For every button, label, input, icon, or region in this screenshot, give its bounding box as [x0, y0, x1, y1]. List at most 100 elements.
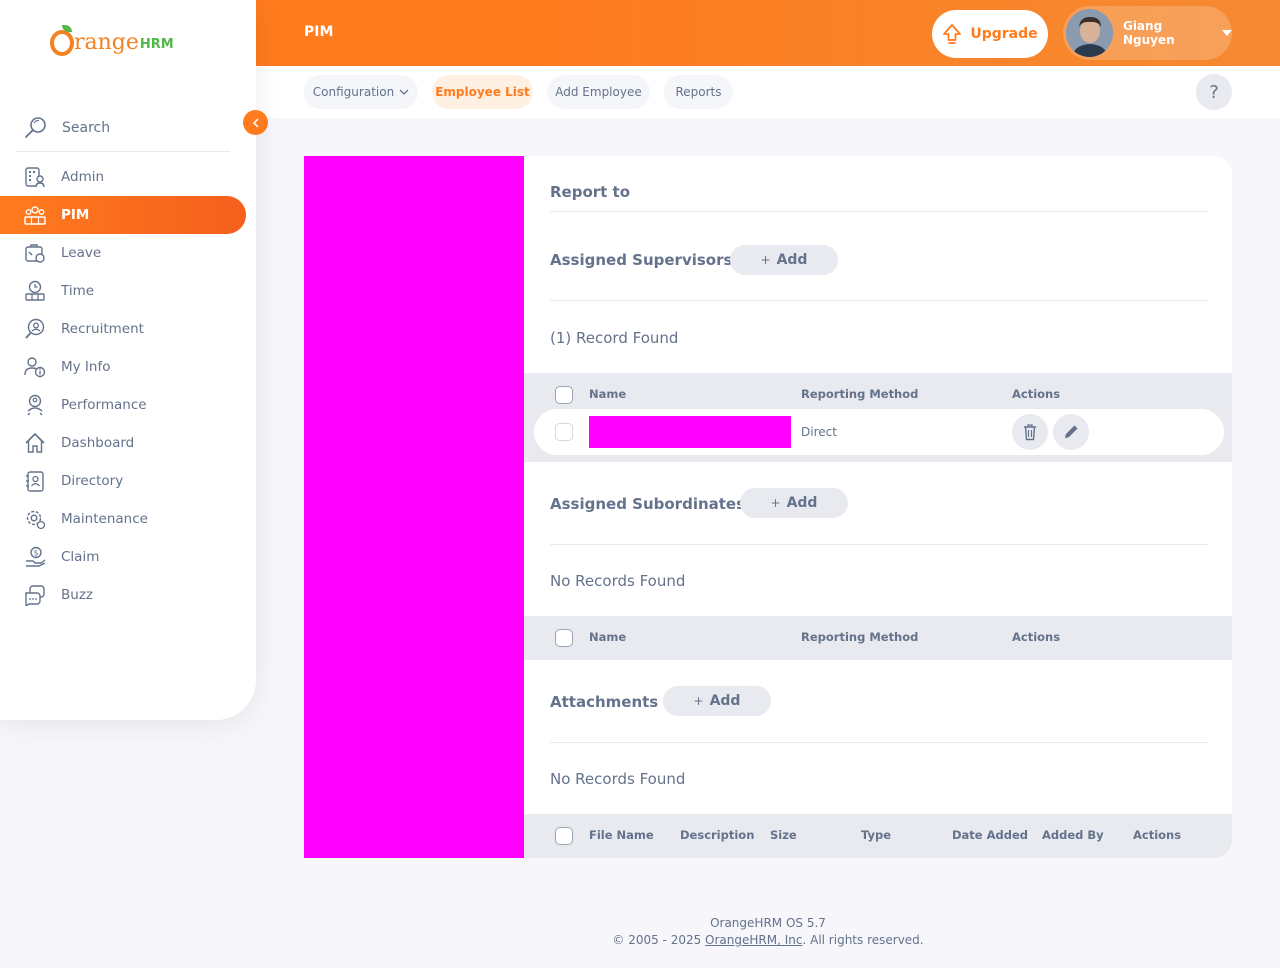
footer-version: OrangeHRM OS 5.7	[710, 916, 826, 930]
sidebar-item-directory[interactable]: Directory	[0, 462, 246, 500]
tab-employee-list-label: Employee List	[435, 85, 530, 99]
tab-employee-list[interactable]: Employee List	[432, 75, 533, 109]
chevron-down-icon	[1222, 30, 1232, 36]
column-header: Reporting Method	[801, 630, 919, 644]
plus-icon: +	[770, 496, 781, 510]
chevron-left-icon	[252, 117, 259, 128]
assigned-supervisors-title: Assigned Supervisors	[550, 251, 733, 269]
sidebar-item-label: My Info	[61, 359, 111, 375]
column-header: Actions	[1012, 630, 1061, 644]
tab-configuration-label: Configuration	[312, 85, 395, 99]
column-header: Actions	[1012, 387, 1061, 401]
copyright-suffix: . All rights reserved.	[802, 933, 924, 947]
sidebar-item-maintenance[interactable]: Maintenance	[0, 500, 246, 538]
plus-icon: +	[760, 253, 771, 267]
recruitment-icon	[24, 318, 46, 340]
column-header: Date Added	[952, 828, 1029, 842]
sidebar-item-label: PIM	[61, 207, 90, 223]
tab-add-employee[interactable]: Add Employee	[547, 75, 650, 109]
sidebar-item-label: Buzz	[61, 587, 93, 603]
dashboard-icon	[24, 432, 46, 454]
divider	[550, 211, 1208, 212]
sidebar-collapse-button[interactable]	[243, 110, 268, 135]
add-attachment-button[interactable]: + Add	[663, 686, 771, 716]
orangehrm-logo[interactable]: range HRM	[50, 25, 174, 56]
sidebar-item-label: Claim	[61, 549, 100, 565]
subordinates-table-header: Name Reporting Method Actions	[524, 616, 1232, 660]
plus-icon: +	[693, 694, 704, 708]
divider	[550, 544, 1208, 545]
divider	[550, 742, 1208, 743]
tab-add-employee-label: Add Employee	[555, 85, 642, 99]
sidebar-item-label: Directory	[61, 473, 124, 489]
sub-navigation: Configuration Employee List Add Employee…	[256, 66, 1280, 118]
attachments-table-header: File Name Description Size Type Date Add…	[524, 814, 1232, 858]
select-all-checkbox[interactable]	[555, 629, 573, 647]
user-dropdown[interactable]: Giang Nguyen	[1063, 6, 1232, 60]
my-info-icon	[24, 356, 46, 378]
user-name: Giang Nguyen	[1122, 19, 1175, 47]
divider	[550, 300, 1208, 301]
edit-button[interactable]	[1053, 414, 1089, 450]
sidebar-item-my-info[interactable]: My Info	[0, 348, 246, 386]
column-header: Actions	[1133, 828, 1182, 842]
report-to-card: Report to Assigned Supervisors + Add (1)…	[524, 156, 1232, 858]
logo-suffix: HRM	[139, 37, 174, 52]
module-title: PIM	[304, 24, 334, 40]
upgrade-arrow-icon	[943, 24, 962, 44]
admin-icon	[24, 166, 46, 188]
sidebar-item-buzz[interactable]: Buzz	[0, 576, 246, 614]
search-label: Search	[62, 119, 111, 136]
pim-icon	[24, 204, 46, 226]
trash-icon	[1024, 424, 1036, 441]
supervisors-records-count: (1) Record Found	[550, 329, 679, 347]
avatar	[1066, 9, 1113, 57]
copyright-prefix: © 2005 - 2025	[612, 933, 706, 947]
row-checkbox[interactable]	[555, 423, 573, 441]
footer-copyright: © 2005 - 2025 OrangeHRM, Inc. All rights…	[304, 933, 1232, 947]
sidebar-item-label: Admin	[61, 169, 105, 185]
tab-reports[interactable]: Reports	[664, 75, 733, 109]
reporting-method: Direct	[801, 425, 837, 439]
help-button[interactable]: ?	[1196, 74, 1232, 110]
employee-profile-panel-redacted	[304, 156, 524, 858]
sidebar-item-dashboard[interactable]: Dashboard	[0, 424, 246, 462]
attachments-records-count: No Records Found	[550, 770, 686, 788]
time-icon	[24, 280, 46, 302]
search-icon	[25, 116, 46, 138]
sidebar-item-leave[interactable]: Leave	[0, 234, 246, 272]
assigned-subordinates-title: Assigned Subordinates	[550, 495, 746, 513]
tab-configuration[interactable]: Configuration	[304, 75, 418, 109]
sidebar-item-label: Leave	[61, 245, 102, 261]
logo-orange-mark	[50, 25, 74, 56]
chevron-down-icon	[399, 89, 409, 95]
select-all-checkbox[interactable]	[555, 386, 573, 404]
sidebar-item-pim[interactable]: PIM	[0, 196, 246, 234]
sidebar-item-label: Recruitment	[61, 321, 144, 337]
sidebar-search[interactable]: Search	[16, 104, 230, 152]
column-header: Reporting Method	[801, 387, 919, 401]
sidebar-item-time[interactable]: Time	[0, 272, 246, 310]
sidebar-item-recruitment[interactable]: Recruitment	[0, 310, 246, 348]
add-supervisor-button[interactable]: + Add	[730, 245, 838, 275]
supervisors-table: Name Reporting Method Actions Direct	[524, 373, 1232, 462]
add-subordinate-button[interactable]: + Add	[740, 488, 848, 518]
sidebar-item-label: Dashboard	[61, 435, 135, 451]
column-header: Size	[770, 828, 797, 842]
company-link[interactable]: OrangeHRM, Inc	[705, 933, 802, 947]
delete-button[interactable]	[1012, 414, 1048, 450]
sidebar-item-admin[interactable]: Admin	[0, 158, 246, 196]
sidebar-item-claim[interactable]: $ Claim	[0, 538, 246, 576]
pencil-icon	[1065, 425, 1078, 438]
column-header: Name	[589, 387, 627, 401]
column-header: Added By	[1042, 828, 1104, 842]
select-all-checkbox[interactable]	[555, 827, 573, 845]
supervisor-name-redacted	[589, 416, 791, 448]
sidebar-item-label: Time	[61, 283, 95, 299]
sidebar-item-label: Performance	[61, 397, 147, 413]
leave-icon	[24, 242, 46, 264]
add-label: Add	[709, 693, 741, 709]
performance-icon	[24, 394, 46, 416]
upgrade-button[interactable]: Upgrade	[932, 10, 1048, 58]
sidebar-item-performance[interactable]: Performance	[0, 386, 246, 424]
